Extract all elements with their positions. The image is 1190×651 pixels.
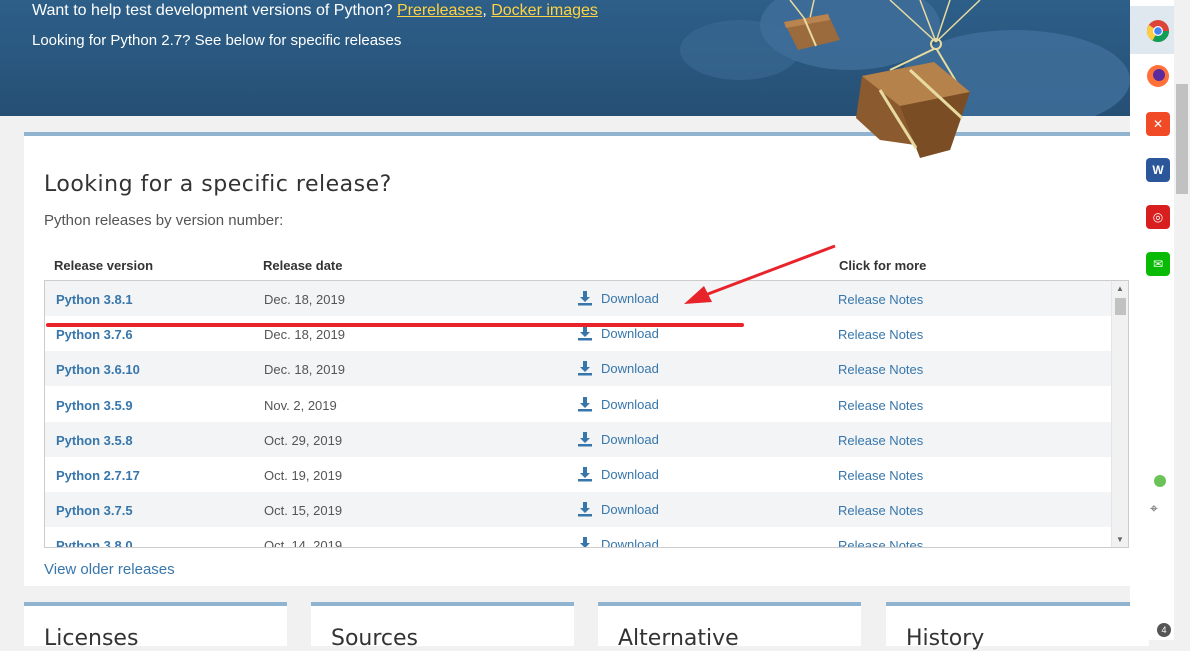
release-date: Dec. 18, 2019 (264, 362, 345, 378)
footer-sources: Sources (311, 602, 574, 651)
view-older-releases-link[interactable]: View older releases (44, 561, 175, 578)
footer-licenses: Licenses (24, 602, 287, 651)
section-subtitle: Python releases by version number: (44, 212, 284, 229)
download-link[interactable]: Download (577, 290, 659, 306)
download-link[interactable]: Download (577, 431, 659, 447)
header-click-for-more: Click for more (839, 258, 927, 273)
footer-history: History (886, 602, 1149, 651)
download-label: Download (601, 537, 659, 548)
release-list[interactable]: Python 3.8.1 Dec. 18, 2019 Download Release… (44, 280, 1129, 548)
footer-alternative: Alternative (598, 602, 861, 651)
download-icon (580, 537, 590, 547)
release-notes-link[interactable]: Release Notes (838, 468, 923, 483)
notification-badge: 4 (1157, 623, 1171, 637)
download-label: Download (601, 502, 659, 518)
release-date: Oct. 19, 2019 (264, 468, 343, 483)
input-method-icon[interactable]: ⌖ (1150, 500, 1158, 517)
download-icon (578, 396, 592, 412)
footer-title: Sources (331, 626, 419, 651)
download-link[interactable]: Download (577, 325, 659, 341)
release-version-link[interactable]: Python 3.5.9 (56, 398, 133, 413)
release-notes-link[interactable]: Release Notes (838, 362, 923, 377)
release-date: Oct. 15, 2019 (264, 503, 343, 519)
scroll-up-icon[interactable]: ▲ (1116, 284, 1124, 293)
release-panel: Looking for a specific release? Python r… (24, 132, 1150, 586)
release-date: Oct. 14, 2019 (264, 538, 343, 548)
release-date: Nov. 2, 2019 (264, 397, 337, 413)
table-row: Python 3.8.1 Dec. 18, 2019 Download Release… (45, 281, 1111, 316)
content-area: Looking for a specific release? Python r… (0, 116, 1174, 651)
release-notes-link[interactable]: Release Notes (838, 327, 923, 342)
download-label: Download (601, 431, 659, 447)
prerelease-text: Want to help test development versions o… (32, 0, 598, 22)
scroll-down-icon[interactable]: ▼ (1116, 535, 1124, 544)
release-notes-link[interactable]: Release Notes (838, 503, 923, 518)
python27-hint: Looking for Python 2.7? See below for sp… (32, 32, 402, 49)
header-release-version: Release version (54, 258, 154, 273)
release-notes-link[interactable]: Release Notes (838, 398, 923, 413)
release-version-link[interactable]: Python 3.7.5 (56, 503, 133, 518)
separator: , (482, 2, 492, 19)
download-link[interactable]: Download (577, 360, 659, 376)
word-icon[interactable]: W (1146, 158, 1170, 182)
chrome-icon[interactable] (1146, 19, 1170, 43)
wechat-tray-icon[interactable] (1150, 472, 1168, 490)
table-row: Python 3.7.5 Oct. 15, 2019 Download Release… (45, 492, 1111, 528)
table-row: Python 3.6.10 Dec. 18, 2019 Download Releas… (45, 351, 1111, 387)
table-row: Python 3.7.6 Dec. 18, 2019 Download Release… (45, 316, 1111, 352)
release-date: Dec. 18, 2019 (264, 327, 345, 343)
release-list-scrollbar[interactable]: ▲ ▼ (1111, 281, 1128, 547)
footer-title: Alternative (618, 626, 739, 651)
download-link[interactable]: Download (577, 396, 659, 412)
page-scrollbar[interactable] (1174, 0, 1190, 640)
download-icon (578, 326, 592, 341)
prerelease-prefix: Want to help test development versions o… (32, 2, 397, 19)
release-version-link[interactable]: Python 3.6.10 (56, 362, 140, 377)
release-date: Dec. 18, 2019 (264, 292, 345, 307)
netease-music-icon[interactable]: ◎ (1146, 205, 1170, 229)
annotation-underline (46, 323, 744, 327)
prereleases-link[interactable]: Prereleases (397, 2, 482, 19)
download-link[interactable]: Download (577, 501, 659, 517)
download-label: Download (601, 396, 659, 412)
download-icon (578, 431, 592, 447)
header-release-date: Release date (263, 258, 343, 273)
wechat-icon[interactable]: ✉ (1146, 252, 1170, 276)
release-date: Oct. 29, 2019 (264, 432, 343, 448)
download-link[interactable]: Download (577, 466, 659, 482)
download-link[interactable]: Download (577, 536, 659, 548)
release-version-link[interactable]: Python 3.8.1 (56, 292, 133, 307)
release-version-link[interactable]: Python 3.8.0 (56, 538, 133, 547)
download-icon (578, 361, 592, 376)
table-row: Python 3.8.0 Oct. 14, 2019 Download Release… (45, 527, 1111, 548)
table-row: Python 2.7.17 Oct. 19, 2019 Download Releas… (45, 457, 1111, 492)
crate-illustration-large (856, 48, 970, 158)
download-label: Download (601, 467, 659, 482)
crate-illustration-small (784, 0, 840, 50)
release-notes-link[interactable]: Release Notes (838, 433, 923, 448)
section-title: Looking for a specific release? (44, 172, 392, 197)
footer-title: History (906, 626, 985, 651)
download-icon (578, 467, 592, 482)
table-row: Python 3.5.8 Oct. 29, 2019 Download Release… (45, 421, 1111, 457)
download-label: Download (601, 361, 659, 377)
table-header: Release version Release date Click for m… (44, 250, 1129, 278)
docker-images-link[interactable]: Docker images (491, 2, 598, 19)
firefox-icon[interactable] (1146, 64, 1170, 88)
page-scroll-thumb[interactable] (1176, 84, 1188, 194)
release-version-link[interactable]: Python 3.7.6 (56, 327, 133, 342)
download-icon (578, 291, 592, 306)
release-notes-link[interactable]: Release Notes (838, 292, 923, 307)
app-x-icon[interactable]: ✕ (1146, 112, 1170, 136)
release-version-link[interactable]: Python 3.5.8 (56, 433, 133, 448)
table-row: Python 3.5.9 Nov. 2, 2019 Download Release … (45, 386, 1111, 422)
footer-title: Licenses (44, 626, 139, 651)
download-icon (578, 502, 592, 517)
download-label: Download (601, 326, 659, 342)
download-label: Download (601, 291, 659, 306)
release-version-link[interactable]: Python 2.7.17 (56, 468, 140, 483)
scroll-thumb[interactable] (1115, 298, 1126, 315)
release-notes-link[interactable]: Release Notes (838, 538, 923, 547)
